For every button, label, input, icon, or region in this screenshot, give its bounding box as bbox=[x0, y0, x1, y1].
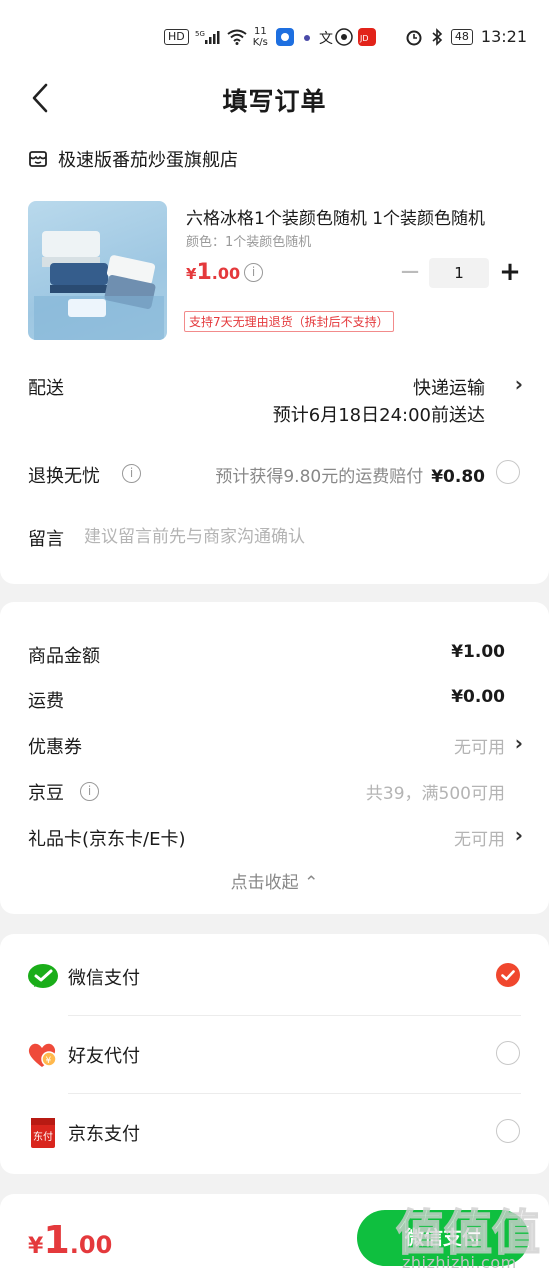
payment-method-jd[interactable]: 东付 京东支付 bbox=[0, 1100, 549, 1164]
delivery-method[interactable]: 快递运输 bbox=[413, 374, 485, 400]
quantity-value[interactable]: 1 bbox=[429, 258, 489, 288]
total-price: ¥1.00 bbox=[28, 1218, 112, 1262]
payment-label: 京东支付 bbox=[68, 1124, 140, 1145]
svg-text:JD: JD bbox=[359, 34, 369, 43]
payment-divider bbox=[68, 1093, 521, 1094]
network-speed-unit: K/s bbox=[252, 37, 268, 48]
order-main-card: 填写订单 极速版番茄炒蛋旗舰店 六格冰格1个装颜色随机 1个装颜色随机 颜色：1… bbox=[0, 70, 549, 584]
summary-row-goods-amount: 商品金额 ¥1.00 bbox=[0, 642, 549, 670]
delivery-eta: 预计6月18日24:00前送达 bbox=[272, 405, 485, 426]
summary-row-coupon[interactable]: 优惠券 无可用 › bbox=[0, 731, 549, 761]
tuihuan-price: ¥0.80 bbox=[431, 467, 485, 487]
network-speed-value: 11 bbox=[253, 26, 267, 37]
delivery-chevron-right-icon[interactable]: › bbox=[515, 372, 523, 396]
tuihuan-description: 预计获得9.80元的运费赔付 ¥0.80 bbox=[215, 462, 485, 487]
status-left-icons: HD 5G 11 K/s 文 JD bbox=[164, 26, 384, 48]
total-decimal: .00 bbox=[69, 1231, 113, 1259]
tuihuan-radio[interactable] bbox=[496, 460, 520, 484]
battery-icon: 48 bbox=[450, 28, 473, 45]
product-spec: 颜色：1个装颜色随机 bbox=[186, 235, 312, 250]
watermark-logo: 值值值 bbox=[395, 1204, 541, 1255]
summary-row-jingdou: 京豆 i 共39，满500可用 bbox=[0, 779, 549, 807]
payment-label: 微信支付 bbox=[68, 968, 140, 989]
summary-row-gift-card[interactable]: 礼品卡(京东卡/E卡) 无可用 › bbox=[0, 823, 549, 853]
summary-value: 共39，满500可用 bbox=[365, 784, 505, 804]
status-right-icons: 48 13:21 bbox=[405, 27, 527, 46]
watermark-site: zhizhizhi.com bbox=[402, 1253, 517, 1272]
ice-tray-image bbox=[34, 231, 164, 340]
alarm-icon bbox=[406, 30, 422, 45]
shop-icon bbox=[29, 151, 47, 167]
payment-radio[interactable] bbox=[496, 1041, 520, 1065]
price-info-icon[interactable]: i bbox=[244, 263, 263, 282]
payment-method-friend[interactable]: ¥ 好友代付 bbox=[0, 1022, 549, 1086]
quantity-plus-button[interactable]: + bbox=[498, 257, 522, 289]
summary-label: 优惠券 bbox=[28, 737, 82, 758]
watermark-logo-text: 值值值 bbox=[396, 1205, 540, 1255]
price-currency: ¥ bbox=[186, 265, 197, 283]
shop-name: 极速版番茄炒蛋旗舰店 bbox=[58, 150, 238, 171]
collapse-toggle[interactable]: 点击收起 ⌃ bbox=[0, 868, 549, 893]
jingdou-info-icon[interactable]: i bbox=[80, 782, 99, 801]
message-input[interactable] bbox=[84, 523, 514, 551]
summary-row-shipping: 运费 ¥0.00 bbox=[0, 687, 549, 715]
delivery-label: 配送 bbox=[28, 378, 64, 399]
quantity-minus-button[interactable]: − bbox=[398, 257, 422, 289]
message-label: 留言 bbox=[28, 529, 64, 550]
summary-label: 京豆 bbox=[28, 783, 64, 804]
app-notification-icons: 文 JD bbox=[275, 28, 376, 47]
status-time: 13:21 bbox=[480, 27, 527, 46]
summary-value: ¥1.00 bbox=[451, 642, 505, 662]
checkmark-icon bbox=[501, 970, 515, 981]
jd-pay-icon-text: 东付 bbox=[33, 1130, 53, 1143]
summary-label: 商品金额 bbox=[28, 646, 100, 667]
summary-label: 礼品卡(京东卡/E卡) bbox=[28, 829, 186, 850]
5g-signal-icon: 5G bbox=[195, 30, 220, 44]
product-image[interactable] bbox=[28, 201, 167, 340]
tuihuan-label: 退换无忧 bbox=[28, 466, 100, 487]
total-integer: 1 bbox=[43, 1218, 70, 1262]
page-title: 填写订单 bbox=[222, 87, 327, 116]
bluetooth-icon bbox=[432, 27, 443, 46]
battery-level: 48 bbox=[454, 29, 469, 43]
return-policy-tag: 支持7天无理由退货（拆封后不支持） bbox=[184, 311, 394, 332]
total-currency: ¥ bbox=[28, 1234, 44, 1259]
product-title[interactable]: 六格冰格1个装颜色随机 1个装颜色随机 bbox=[186, 204, 526, 229]
svg-text:文: 文 bbox=[319, 31, 333, 47]
hd-icon: HD bbox=[164, 29, 189, 45]
svg-text:¥: ¥ bbox=[46, 1056, 52, 1066]
price-summary-card: 商品金额 ¥1.00 运费 ¥0.00 优惠券 无可用 › 京豆 i 共39，满… bbox=[0, 602, 549, 914]
jd-pay-icon: 东付 bbox=[31, 1118, 55, 1148]
chevron-right-icon[interactable]: › bbox=[515, 731, 523, 755]
summary-value: ¥0.00 bbox=[451, 687, 505, 707]
summary-label: 运费 bbox=[28, 691, 64, 712]
summary-value: 无可用 bbox=[454, 830, 505, 850]
payment-methods-card: 微信支付 ¥ 好友代付 东付 京东支付 bbox=[0, 934, 549, 1174]
payment-divider bbox=[68, 1015, 521, 1016]
shop-row[interactable]: 极速版番茄炒蛋旗舰店 bbox=[28, 146, 238, 172]
price-integer: 1 bbox=[196, 260, 212, 285]
status-bar: HD 5G 11 K/s 文 JD 48 13:21 bbox=[0, 0, 549, 70]
payment-label: 好友代付 bbox=[68, 1046, 140, 1067]
wifi-icon bbox=[227, 29, 247, 45]
tuihuan-desc-text: 预计获得9.80元的运费赔付 bbox=[215, 467, 424, 487]
price-decimal: .00 bbox=[211, 264, 241, 283]
product-price: ¥1.00 bbox=[186, 260, 240, 285]
payment-radio-checked[interactable] bbox=[496, 963, 520, 987]
header: 填写订单 bbox=[0, 70, 549, 126]
payment-radio[interactable] bbox=[496, 1119, 520, 1143]
friend-pay-heart-icon: ¥ bbox=[28, 1043, 57, 1067]
quantity-stepper: − 1 + bbox=[396, 257, 524, 289]
svg-text:5G: 5G bbox=[195, 30, 205, 38]
summary-value: 无可用 bbox=[454, 738, 505, 758]
wechat-pay-icon bbox=[28, 964, 58, 988]
network-speed: 11 K/s bbox=[253, 26, 268, 48]
payment-method-wechat[interactable]: 微信支付 bbox=[0, 944, 549, 1008]
chevron-right-icon[interactable]: › bbox=[515, 823, 523, 847]
tuihuan-info-icon[interactable]: i bbox=[122, 464, 141, 483]
